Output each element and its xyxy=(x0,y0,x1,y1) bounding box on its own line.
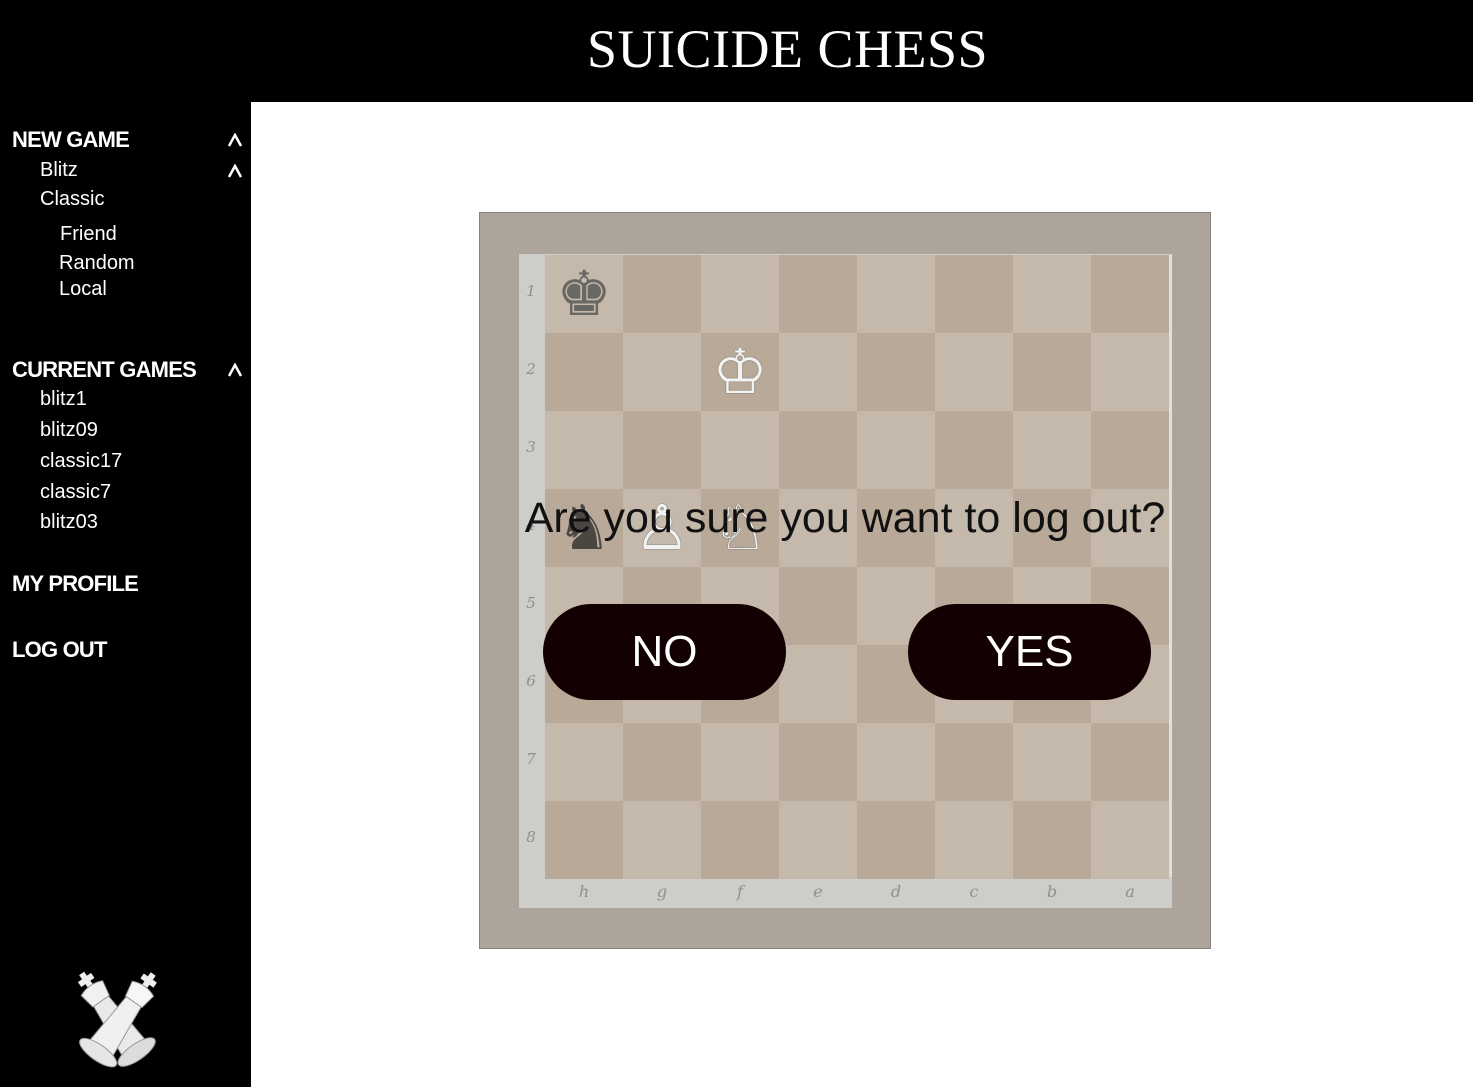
file-label: g xyxy=(656,882,668,901)
board-square[interactable] xyxy=(779,333,857,411)
board-square[interactable] xyxy=(701,411,779,489)
game-link[interactable]: classic7 xyxy=(40,481,111,504)
sidebar-log-out[interactable]: LOG OUT xyxy=(12,637,107,663)
sidebar-my-profile[interactable]: MY PROFILE xyxy=(12,571,139,597)
board-square[interactable] xyxy=(857,723,935,801)
chevron-up-icon[interactable] xyxy=(227,363,243,377)
board-square[interactable] xyxy=(935,723,1013,801)
rank-label: 3 xyxy=(526,438,536,456)
board-square[interactable] xyxy=(935,333,1013,411)
board-square[interactable] xyxy=(545,723,623,801)
board-square[interactable] xyxy=(857,255,935,333)
board-square[interactable] xyxy=(1091,801,1169,879)
sidebar-item-local[interactable]: Local xyxy=(59,278,107,301)
yes-button[interactable]: YES xyxy=(908,604,1151,700)
board-square[interactable] xyxy=(779,411,857,489)
board-square[interactable] xyxy=(701,255,779,333)
rank-label: 8 xyxy=(526,828,536,846)
black-king-icon[interactable]: ♚ xyxy=(545,255,623,333)
board-edge xyxy=(1169,255,1172,877)
board-square[interactable] xyxy=(779,645,857,723)
chess-board-container: 12345678hgfedcba ♚ ♔ ♞ ♙ ♘ xyxy=(479,212,1211,949)
site-title: SUICIDE CHESS xyxy=(586,19,989,79)
white-king-icon[interactable]: ♔ xyxy=(701,333,779,411)
game-link[interactable]: blitz03 xyxy=(40,511,98,534)
file-label: f xyxy=(737,882,743,901)
board-square[interactable] xyxy=(1013,333,1091,411)
board-square[interactable] xyxy=(857,333,935,411)
file-label: h xyxy=(578,882,590,901)
board-square[interactable] xyxy=(1091,411,1169,489)
sidebar-new-game[interactable]: NEW GAME xyxy=(12,127,130,153)
board-square[interactable] xyxy=(1091,723,1169,801)
board-square[interactable] xyxy=(857,411,935,489)
board-square[interactable] xyxy=(1013,411,1091,489)
crossed-kings-icon xyxy=(50,947,185,1082)
file-label: c xyxy=(969,882,979,901)
board-square[interactable] xyxy=(623,255,701,333)
chevron-up-icon[interactable] xyxy=(227,133,243,147)
board-square[interactable] xyxy=(623,411,701,489)
rank-label: 2 xyxy=(526,360,536,378)
game-link[interactable]: classic17 xyxy=(40,450,122,473)
board-square[interactable] xyxy=(935,801,1013,879)
board-square[interactable] xyxy=(1013,801,1091,879)
rank-label: 7 xyxy=(526,750,536,768)
file-label: e xyxy=(813,882,823,901)
game-link[interactable]: blitz09 xyxy=(40,419,98,442)
game-link[interactable]: blitz1 xyxy=(40,388,87,411)
sidebar-item-classic[interactable]: Classic xyxy=(40,188,104,211)
board-square[interactable] xyxy=(1091,333,1169,411)
sidebar-item-random[interactable]: Random xyxy=(59,252,135,275)
board-square[interactable] xyxy=(779,723,857,801)
rank-label: 5 xyxy=(526,594,536,612)
chess-board[interactable]: ♚ ♔ ♞ ♙ ♘ xyxy=(545,255,1169,879)
rank-label: 1 xyxy=(526,282,536,300)
board-square[interactable] xyxy=(1091,255,1169,333)
board-square[interactable] xyxy=(1013,723,1091,801)
board-square[interactable] xyxy=(701,723,779,801)
board-square[interactable] xyxy=(545,801,623,879)
file-label: b xyxy=(1046,882,1058,901)
board-square[interactable] xyxy=(1013,255,1091,333)
rank-label: 6 xyxy=(526,672,536,690)
sidebar-current-games[interactable]: CURRENT GAMES xyxy=(12,357,197,383)
file-label: d xyxy=(890,882,902,901)
board-square[interactable] xyxy=(779,255,857,333)
board-square[interactable] xyxy=(779,567,857,645)
board-square[interactable] xyxy=(779,801,857,879)
board-square[interactable] xyxy=(935,411,1013,489)
file-label: a xyxy=(1125,882,1135,901)
no-button[interactable]: NO xyxy=(543,604,786,700)
board-square[interactable] xyxy=(545,333,623,411)
board-square[interactable] xyxy=(545,411,623,489)
chevron-up-icon[interactable] xyxy=(227,164,243,178)
sidebar-item-blitz[interactable]: Blitz xyxy=(40,159,78,182)
board-square[interactable] xyxy=(935,255,1013,333)
header-bar: SUICIDE CHESS xyxy=(0,0,1473,102)
logout-confirm-question: Are you sure you want to log out? xyxy=(524,494,1166,542)
board-square[interactable] xyxy=(623,723,701,801)
board-square[interactable] xyxy=(857,801,935,879)
board-square[interactable] xyxy=(623,801,701,879)
board-square[interactable] xyxy=(623,333,701,411)
sidebar-item-friend[interactable]: Friend xyxy=(60,223,117,246)
board-square[interactable] xyxy=(701,801,779,879)
sidebar: NEW GAME Blitz Classic Friend Random Loc… xyxy=(0,102,251,1087)
